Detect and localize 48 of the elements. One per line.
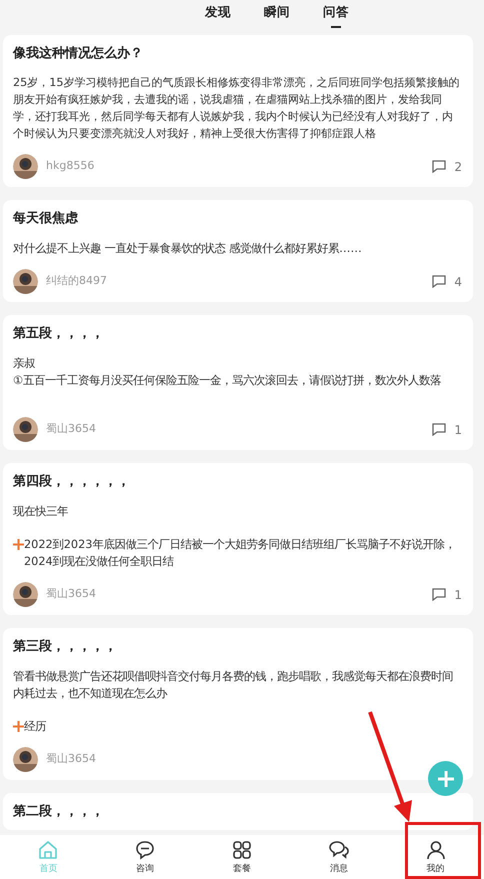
author-name: 蜀山3654 (46, 751, 96, 768)
post-card[interactable]: 像我这种情况怎么办？ 25岁，15岁学习模特把自己的气质跟长相修炼变得非常漂亮，之后同班同学包括频繁接触的朋友开始有疯狂嫉妒我，去遭我的谣，说我虐猫，在虐猫网站上找杀猫的图片，发给我同学，还打我耳光，然后同学每天都有人说嫉妒我，我内个时候认为已经没有人对我好了，内个时候认为只要变漂亮就没人对我好，精神上受很大伤害得了抑郁症跟人格 hkg8556 2 (3, 35, 473, 187)
messages-icon (328, 839, 350, 862)
post-card[interactable]: 每天很焦虑 对什么提不上兴趣 一直处于暴食暴饮的状态 感觉做什么都好累好累…… 纠结的8497 4 (3, 200, 473, 302)
author-name: hkg8556 (46, 158, 94, 174)
post-title: 第三段，，，，， (13, 638, 118, 656)
author-name: 蜀山3654 (46, 421, 96, 438)
plus-icon (13, 721, 24, 732)
tab[interactable]: 发现 (205, 4, 231, 28)
comment-icon (432, 160, 446, 173)
user-icon (424, 839, 447, 862)
nav-tab[interactable]: 套餐 (194, 837, 290, 877)
comment-count: 1 (454, 586, 462, 604)
nav-tab[interactable]: 我的 (387, 837, 484, 877)
post-title: 每天很焦虑 (13, 210, 79, 228)
post-text: 2022到2023年底因做三个厂日结被一个大姐劳务同做日结班组厂长骂脑子不好说开除，2024到现在没做任何全职日结 (24, 537, 456, 570)
nav-tab[interactable]: 消息 (290, 837, 388, 877)
comment-count: 4 (454, 274, 462, 290)
home-icon (37, 839, 60, 862)
comment-icon (432, 275, 446, 288)
post-text: ①五百一千工资每月没买任何保险五险一金，骂六次滚回去，请假说打拼，数次外人数落 (13, 373, 442, 389)
nav-tab[interactable]: 咨询 (96, 837, 194, 877)
plus-icon (13, 539, 24, 550)
post-text: 管看书做悬赏广告还花呗借呗抖音交付每月各费的钱，跑步唱歌，我感觉每天都在浪费时间内耗过去，也不知道现在怎么办 (13, 669, 454, 702)
author-name: 纠结的8497 (46, 273, 107, 290)
post-card[interactable]: 第五段，，，， 亲叔 ①五百一千工资每月没买任何保险五险一金，骂六次滚回去，请假说打拼，数次外人数落 蜀山3654 1 (3, 315, 473, 450)
comment-icon (432, 588, 446, 601)
grid-icon (230, 839, 253, 862)
comment-icon (432, 423, 446, 436)
comment-count: 2 (454, 158, 462, 176)
tab[interactable]: 问答 (323, 4, 349, 28)
chat-icon (134, 839, 156, 862)
post-text: 亲叔 (13, 356, 36, 372)
post-title: 像我这种情况怎么办？ (13, 44, 144, 63)
post-text: 现在快三年 (13, 504, 69, 520)
post-text: 经历 (24, 719, 46, 735)
post-title: 第二段，，，， (13, 803, 105, 821)
post-text: 对什么提不上兴趣 一直处于暴食暴饮的状态 感觉做什么都好累好累…… (13, 241, 363, 257)
post-text: 25岁，15岁学习模特把自己的气质跟长相修炼变得非常漂亮，之后同班同学包括频繁接触的朋友开始有疯狂嫉妒我，去遭我的谣，说我虐猫，在虐猫网站上找杀猫的图片，发给我同学，还打我耳光，然后同学每天都有人说嫉妒我，我内个时候认为已经没有人对我好了，内个时候认为只要变漂亮就没人对我好，精神上受很大伤害得了抑郁症跟人格 (13, 75, 460, 142)
post-title: 第四段，，，，，， (13, 473, 131, 491)
plus-icon (436, 768, 456, 788)
post-card[interactable]: 第四段，，，，，， 现在快三年 2022到2023年底因做三个厂日结被一个大姐劳务同做日结班组厂长骂脑子不好说开除，2024到现在没做任何全职日结 蜀山3654 1 (3, 463, 473, 615)
tab[interactable]: 瞬间 (264, 4, 290, 28)
post-card[interactable]: 第三段，，，，， 管看书做悬赏广告还花呗借呗抖音交付每月各费的钱，跑步唱歌，我感觉每天都在浪费时间内耗过去，也不知道现在怎么办 经历 蜀山3654 (3, 628, 473, 780)
post-card[interactable]: 第二段，，，， (3, 793, 473, 830)
post-title: 第五段，，，， (13, 325, 105, 343)
comment-count: 1 (454, 422, 462, 438)
author-name: 蜀山3654 (46, 586, 96, 602)
